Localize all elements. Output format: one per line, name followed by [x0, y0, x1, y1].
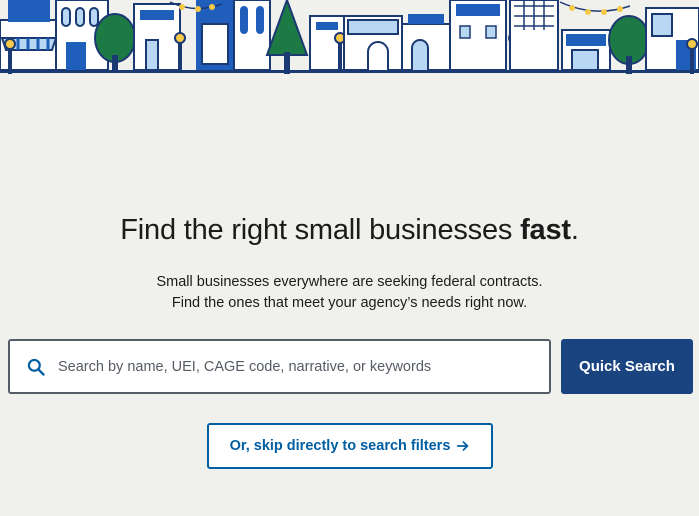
headline-trail: .: [570, 214, 579, 246]
page-headline: Find the right small businesses fast.: [0, 214, 699, 247]
hero-subtext: Small businesses everywhere are seeking …: [0, 272, 699, 314]
search-icon: [27, 358, 45, 376]
street-illustration-banner: [0, 0, 699, 88]
headline-lead: Find the right small businesses: [120, 214, 521, 246]
street-illustration: [0, 0, 699, 74]
subtext-line-1: Small businesses everywhere are seeking …: [156, 274, 543, 290]
quick-search-button[interactable]: Quick Search: [561, 339, 693, 394]
search-field[interactable]: [8, 339, 551, 394]
headline-emphasis: fast: [520, 214, 571, 246]
subtext-line-2: Find the ones that meet your agency’s ne…: [171, 295, 528, 311]
page: Find the right small businesses fast. Sm…: [0, 0, 699, 516]
skip-to-filters-button[interactable]: Or, skip directly to search filters: [207, 423, 493, 469]
skip-to-filters-label: Or, skip directly to search filters: [229, 438, 451, 454]
arrow-right-icon: [457, 441, 469, 451]
search-input[interactable]: [58, 341, 549, 392]
